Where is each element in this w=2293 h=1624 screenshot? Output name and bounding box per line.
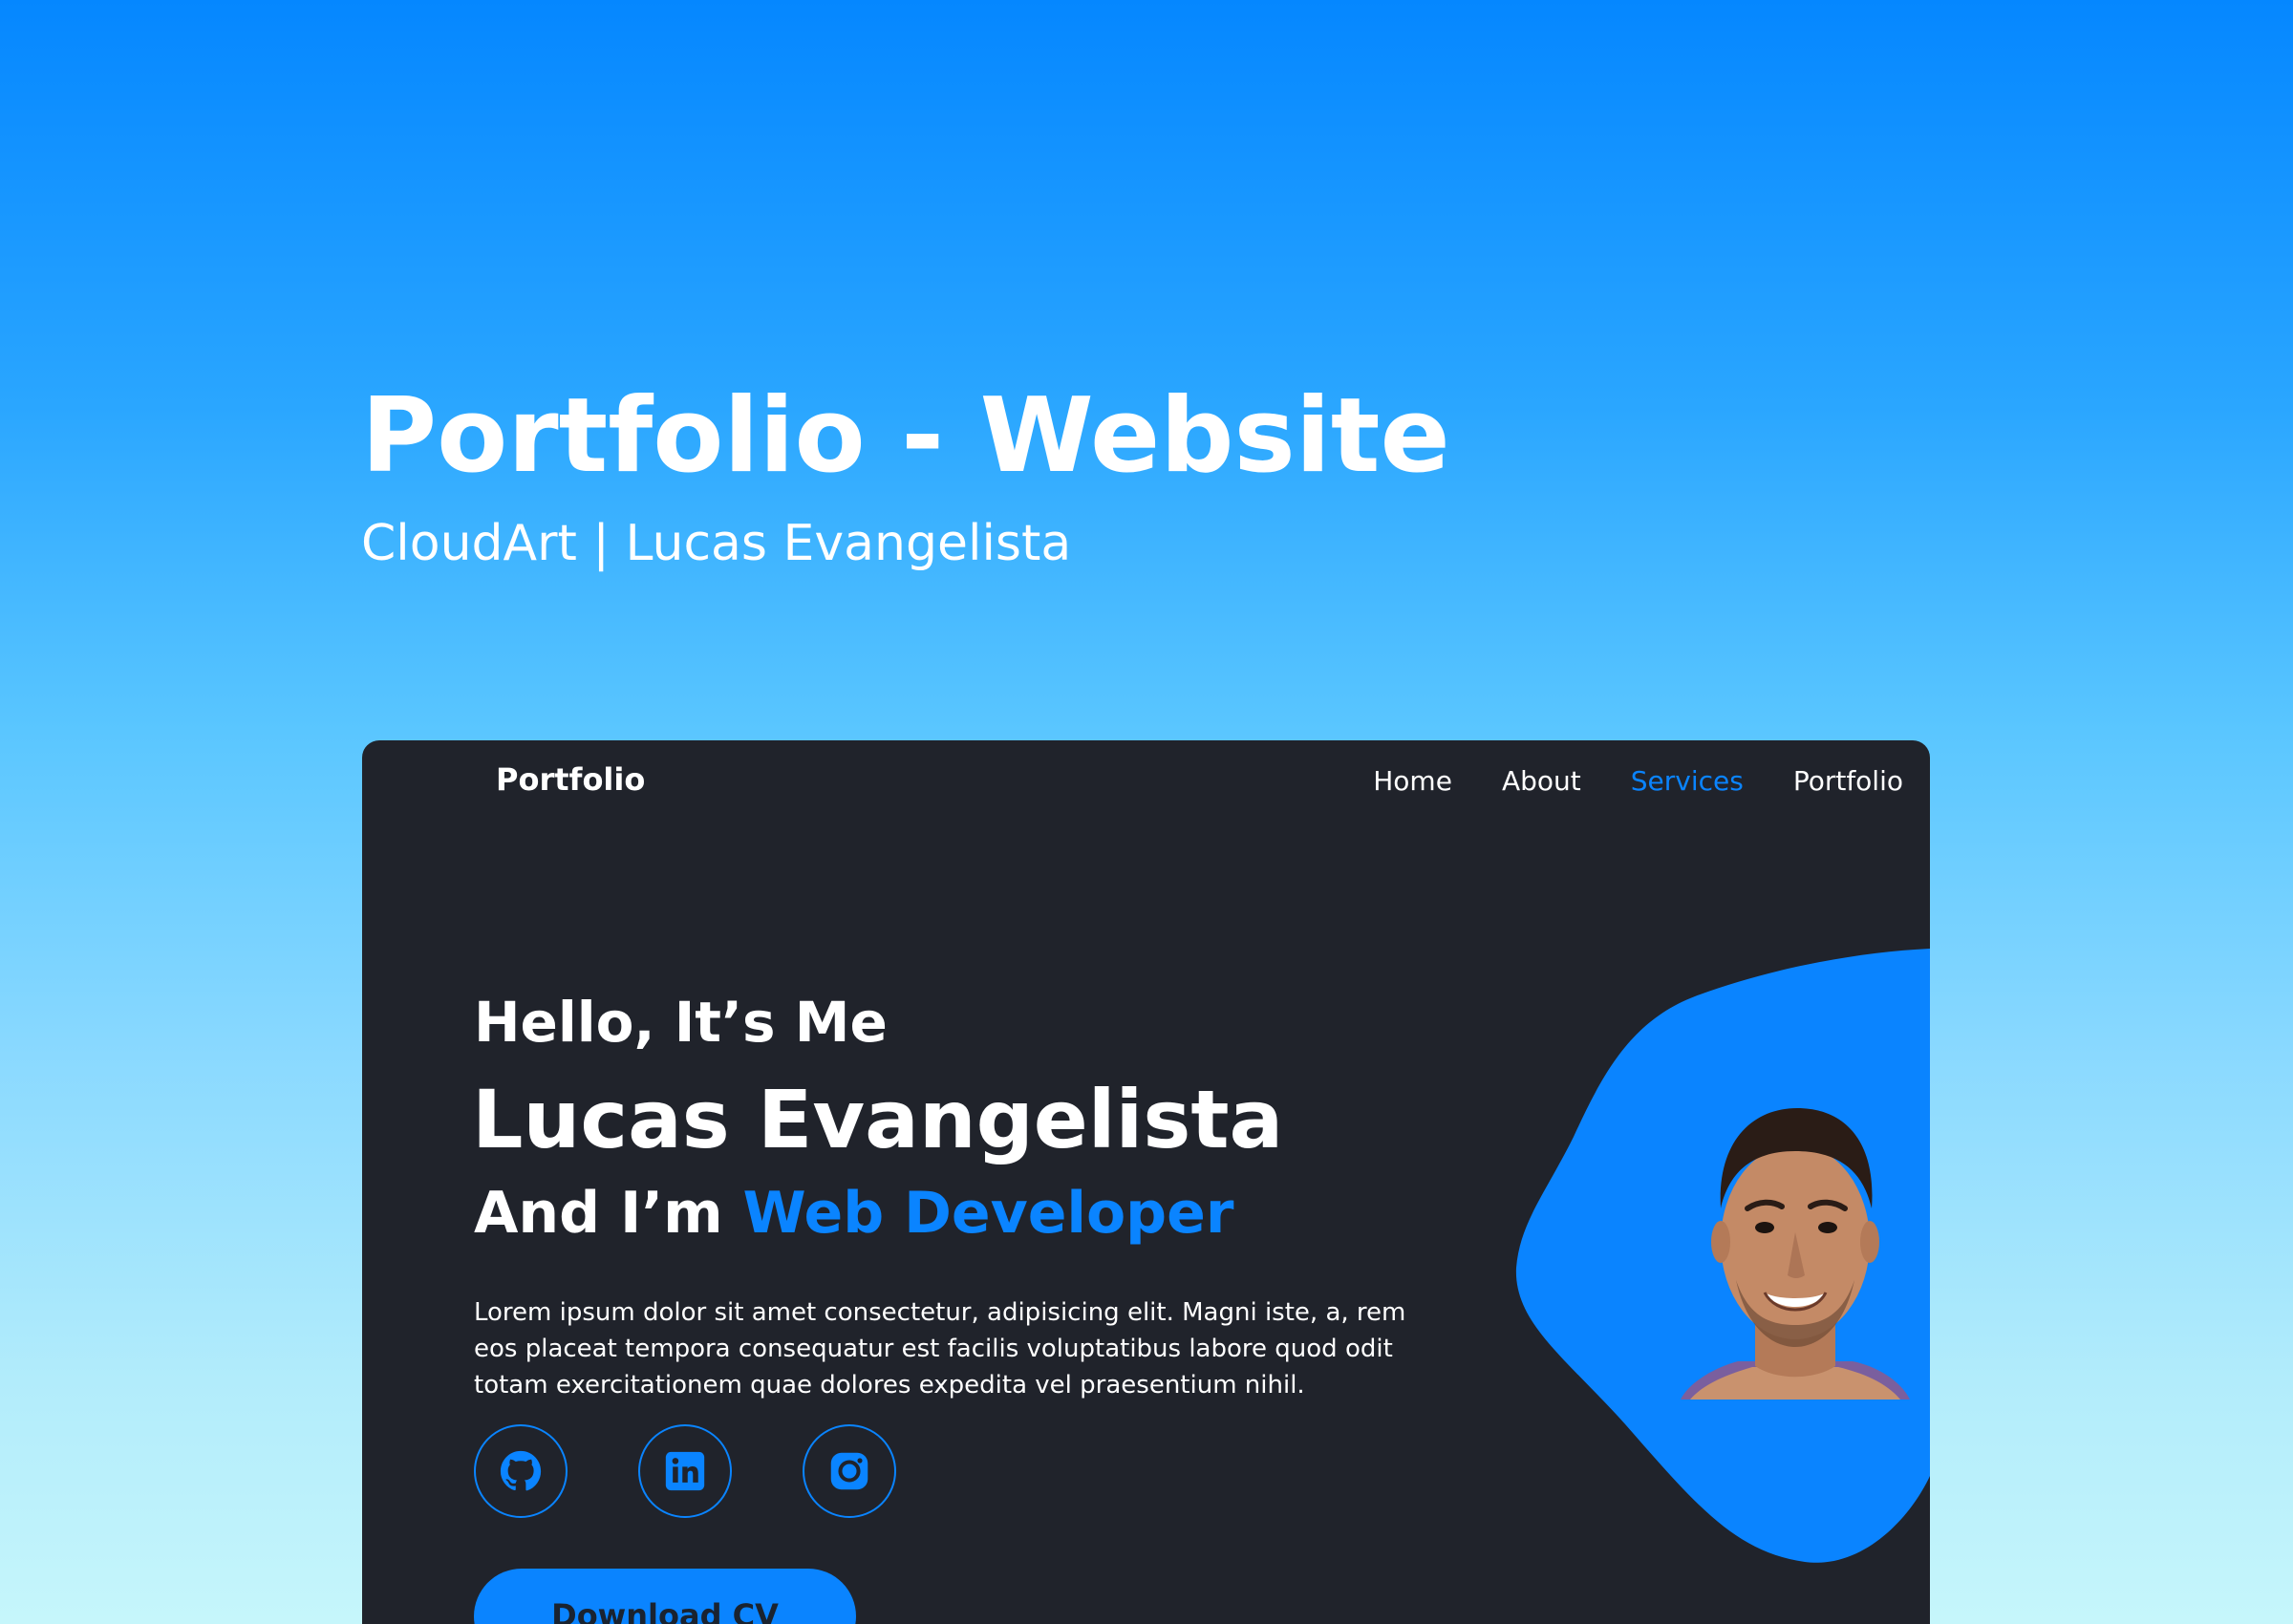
social-links <box>474 1424 896 1518</box>
profile-photo <box>1681 1108 1910 1400</box>
showcase-subtitle: CloudArt | Lucas Evangelista <box>361 515 1072 572</box>
site-nav: Home About Services Portfolio <box>1373 765 1903 797</box>
nav-item-portfolio[interactable]: Portfolio <box>1793 765 1903 797</box>
nav-item-home[interactable]: Home <box>1373 765 1452 797</box>
hero-role-prefix: And I’m <box>474 1180 743 1247</box>
nav-item-services[interactable]: Services <box>1631 765 1744 797</box>
download-cv-button[interactable]: Download CV <box>474 1569 856 1624</box>
linkedin-icon <box>665 1451 705 1491</box>
github-icon <box>500 1450 542 1491</box>
hero-role: Web Developer <box>742 1180 1234 1247</box>
hero-role-line: And I’m Web Developer <box>474 1179 1233 1248</box>
github-link-button[interactable] <box>474 1424 568 1518</box>
instagram-icon <box>830 1452 868 1490</box>
hero-intro: Hello, It’s Me <box>474 990 888 1055</box>
hero-name: Lucas Evangelista <box>472 1073 1284 1166</box>
site-brand-logo[interactable]: Portfolio <box>496 761 645 798</box>
linkedin-link-button[interactable] <box>638 1424 732 1518</box>
showcase-title: Portfolio - Website <box>361 376 1450 496</box>
nav-item-about[interactable]: About <box>1502 765 1581 797</box>
instagram-link-button[interactable] <box>803 1424 896 1518</box>
website-mockup: Portfolio Home About Services Portfolio … <box>362 740 1930 1624</box>
hero-bio: Lorem ipsum dolor sit amet consectetur, … <box>474 1298 1406 1400</box>
